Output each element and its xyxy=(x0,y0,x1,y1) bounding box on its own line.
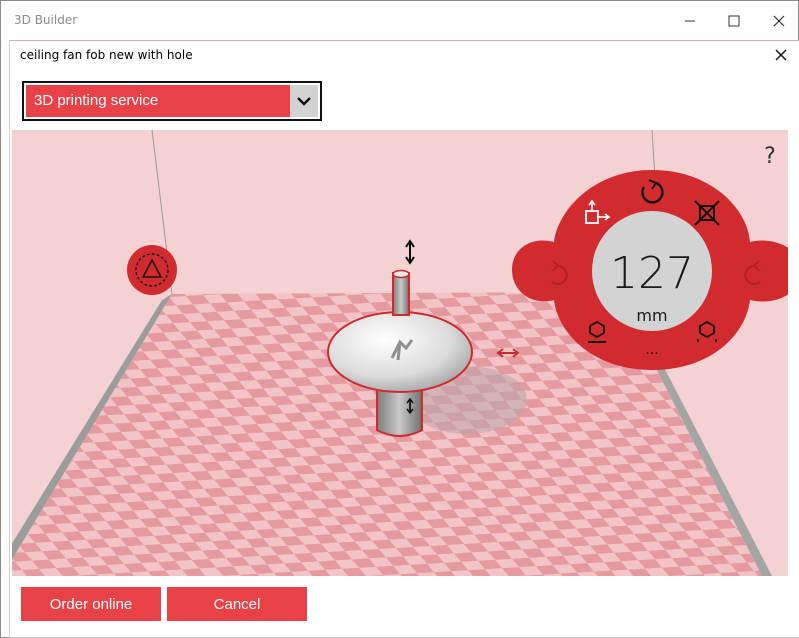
move-vertical-handle[interactable] xyxy=(405,239,415,265)
app-window: 3D Builder ceiling fan fob new with hole… xyxy=(0,0,799,638)
order-dialog: ceiling fan fob new with hole 3D printin… xyxy=(9,40,799,638)
service-select[interactable]: 3D printing service xyxy=(22,81,322,121)
maximize-icon xyxy=(728,15,740,27)
3d-viewport[interactable]: ? 127 mm ... xyxy=(12,130,788,576)
triangle-tool-button[interactable] xyxy=(127,245,177,295)
maximize-button[interactable] xyxy=(720,9,748,33)
cancel-button[interactable]: Cancel xyxy=(167,587,307,621)
scene-canvas[interactable]: ? 127 mm ... xyxy=(12,130,788,576)
service-select-value: 3D printing service xyxy=(26,85,290,117)
minimize-icon xyxy=(685,20,695,22)
size-unit: mm xyxy=(636,306,667,325)
close-window-button[interactable] xyxy=(765,9,793,33)
title-bar: 3D Builder xyxy=(1,1,798,41)
dialog-title: ceiling fan fob new with hole xyxy=(20,48,193,62)
help-button[interactable]: ? xyxy=(764,144,776,169)
close-icon xyxy=(773,15,785,27)
close-icon xyxy=(775,49,787,61)
app-title: 3D Builder xyxy=(14,13,78,27)
minimize-button[interactable] xyxy=(676,9,704,33)
chevron-down-icon xyxy=(297,97,311,106)
more-options-button[interactable]: ... xyxy=(645,342,658,358)
order-online-button[interactable]: Order online xyxy=(21,587,161,621)
dropdown-toggle[interactable] xyxy=(290,85,318,117)
dialog-close-button[interactable] xyxy=(771,45,791,65)
size-value[interactable]: 127 xyxy=(610,248,694,299)
